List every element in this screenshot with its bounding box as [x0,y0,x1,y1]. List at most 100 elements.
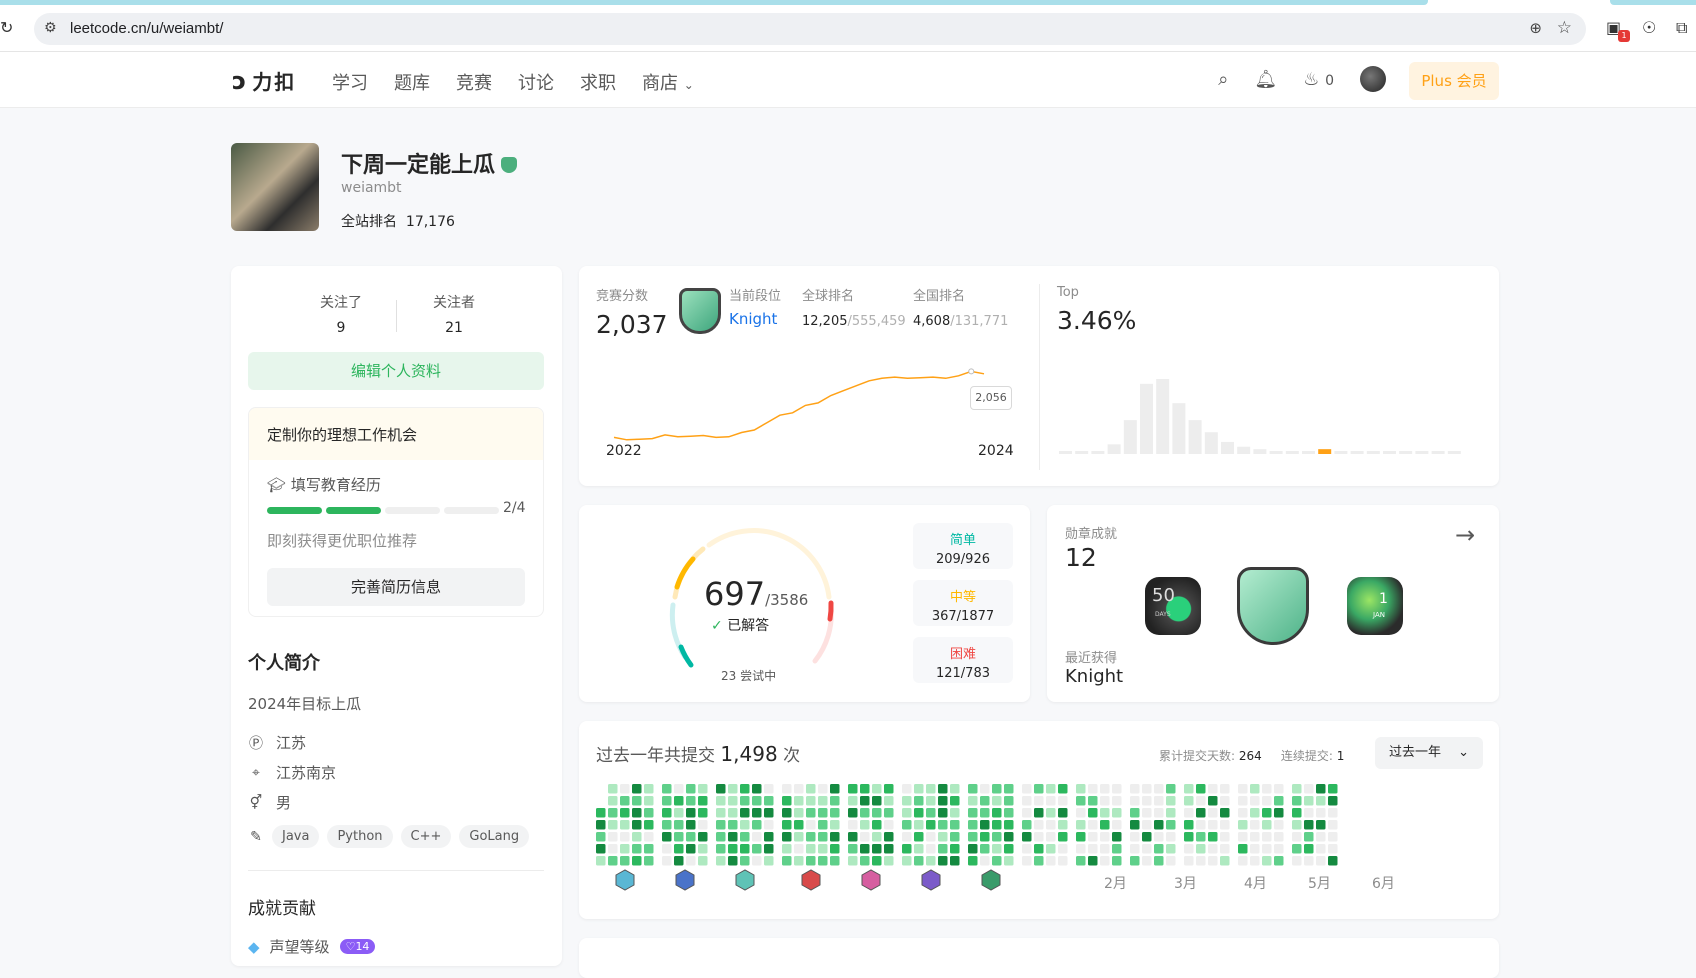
distribution-bar [1204,432,1218,454]
url-text[interactable]: leetcode.cn/u/weiambt/ [70,20,223,37]
following-stat[interactable]: 关注了 9 [281,292,401,336]
skill-tag[interactable]: GoLang [459,825,530,848]
search-icon[interactable]: ⌕ [1218,69,1228,90]
leetcode-logo[interactable]: ↄ 力扣 [232,66,296,95]
heatmap-cell [806,784,816,794]
skill-tags: ✎ Java Python C++ GoLang [248,825,530,848]
heatmap-cell [1262,796,1272,806]
heatmap-cell [1088,784,1098,794]
heatmap-cell [980,832,990,842]
heatmap-cell [728,784,738,794]
flame-icon[interactable]: ♨ 0 [1303,69,1334,90]
heatmap-cell [1220,808,1230,818]
heatmap-cell [938,844,948,854]
submission-heatmap[interactable]: 2月 3月 4月 5月 6月 [596,784,1486,909]
heatmap-cell [1238,856,1248,866]
heatmap-cell [1100,808,1110,818]
rating-distribution-chart[interactable] [1059,376,1479,456]
heatmap-cell [674,856,684,866]
nav-item-contest[interactable]: 竞赛 [456,69,492,95]
range-select-value: 过去一年 [1389,745,1442,760]
heatmap-cell [818,856,828,866]
jan-badge-icon[interactable]: 1 JAN [1347,577,1403,635]
plus-member-button[interactable]: Plus 会员 [1409,62,1499,100]
heatmap-cell [1046,796,1056,806]
education-row[interactable]: 🎓︎ 填写教育经历 [267,474,381,495]
extension-puzzle-icon[interactable]: ☉ [1642,18,1656,37]
heatmap-cell [1100,796,1110,806]
edit-profile-button[interactable]: 编辑个人资料 [248,352,544,390]
bookmark-star-icon[interactable]: ☆ [1557,18,1572,38]
heatmap-cell [830,832,840,842]
user-avatar[interactable] [1360,66,1386,92]
skill-tag[interactable]: Python [327,825,393,848]
knight-medal-icon[interactable] [1237,567,1309,645]
contest-rating-card: 竞赛分数 2,037 当前段位 Knight 全球排名 12,205/555,4… [579,266,1499,486]
next-section-card [579,938,1499,978]
heatmap-cell [872,808,882,818]
extension-menu-icon[interactable]: ⧉ [1676,18,1687,38]
heatmap-cell [782,808,792,818]
heatmap-cell [1316,820,1326,830]
score-value: 2,037 [596,310,668,339]
heatmap-cell [1046,784,1056,794]
easy-stat[interactable]: 简单 209/926 [913,523,1013,569]
gender-row: ⚥ 男 [248,792,291,813]
browser-toolbar: ↻ ⚙ leetcode.cn/u/weiambt/ ⊕ ☆ ▣ 1 ☉ ⧉ [0,0,1696,52]
solved-total: /3586 [765,591,809,609]
heatmap-cell [1166,844,1176,854]
heatmap-cell [1088,808,1098,818]
global-rank: 全球排名 12,205/555,459 [802,285,906,329]
distribution-bar [1334,451,1348,454]
monthly-badge-icon [981,869,1001,891]
heatmap-cell [1022,832,1032,842]
heatmap-cell [968,856,978,866]
heatmap-cell [764,820,774,830]
skill-tag[interactable]: C++ [400,825,452,848]
range-select[interactable]: 过去一年 ⌄ [1375,737,1483,769]
heatmap-cell [1208,832,1218,842]
complete-resume-button[interactable]: 完善简历信息 [267,568,525,606]
profile-avatar[interactable] [231,143,319,231]
heatmap-cell [620,820,630,830]
site-navbar: ↄ 力扣 学习 题库 竞赛 讨论 求职 商店 ⌄ ⌕ 🔔︎ ♨ 0 Plus 会… [0,52,1696,108]
education-progress-text: 2/4 [503,500,526,516]
month-label: 6月 [1372,876,1395,892]
heatmap-cell [914,856,924,866]
medium-stat[interactable]: 中等 367/1877 [913,580,1013,626]
heatmap-cell [818,832,828,842]
heatmap-cell [698,832,708,842]
zoom-icon[interactable]: ⊕ [1529,19,1542,37]
heatmap-cell [914,796,924,806]
address-bar[interactable]: ⚙ leetcode.cn/u/weiambt/ ⊕ ☆ [34,13,1586,45]
bell-icon[interactable]: 🔔︎ [1254,69,1277,90]
heatmap-cell [608,832,618,842]
heatmap-cell [1046,844,1056,854]
reload-icon[interactable]: ↻ [0,18,13,37]
50-days-badge-icon[interactable]: 50 DAYS [1145,577,1201,635]
hard-stat[interactable]: 困难 121/783 [913,637,1013,683]
site-info-icon[interactable]: ⚙ [44,20,57,36]
nav-item-discuss[interactable]: 讨论 [518,69,554,95]
followers-stat[interactable]: 关注者 21 [394,292,514,336]
nav-item-jobs[interactable]: 求职 [580,69,616,95]
global-rank-label: 全球排名 [802,289,855,304]
heatmap-cell [1130,808,1140,818]
nav-item-store[interactable]: 商店 ⌄ [642,69,694,95]
heatmap-cell [1196,820,1206,830]
nav-item-problems[interactable]: 题库 [394,69,430,95]
heatmap-cell [620,844,630,854]
level-value: Knight [729,310,778,328]
heatmap-cell [884,784,894,794]
rating-line-chart[interactable] [609,366,1019,456]
heatmap-cell [968,832,978,842]
nav-item-learn[interactable]: 学习 [332,69,368,95]
heatmap-cell [1316,784,1326,794]
heatmap-cell [980,784,990,794]
skill-tag[interactable]: Java [272,825,320,848]
heatmap-cell [914,844,924,854]
heatmap-cell [926,832,936,842]
solved-count: 697/3586 [704,575,808,613]
arrow-right-icon[interactable]: → [1455,521,1475,549]
heatmap-cell [1046,856,1056,866]
